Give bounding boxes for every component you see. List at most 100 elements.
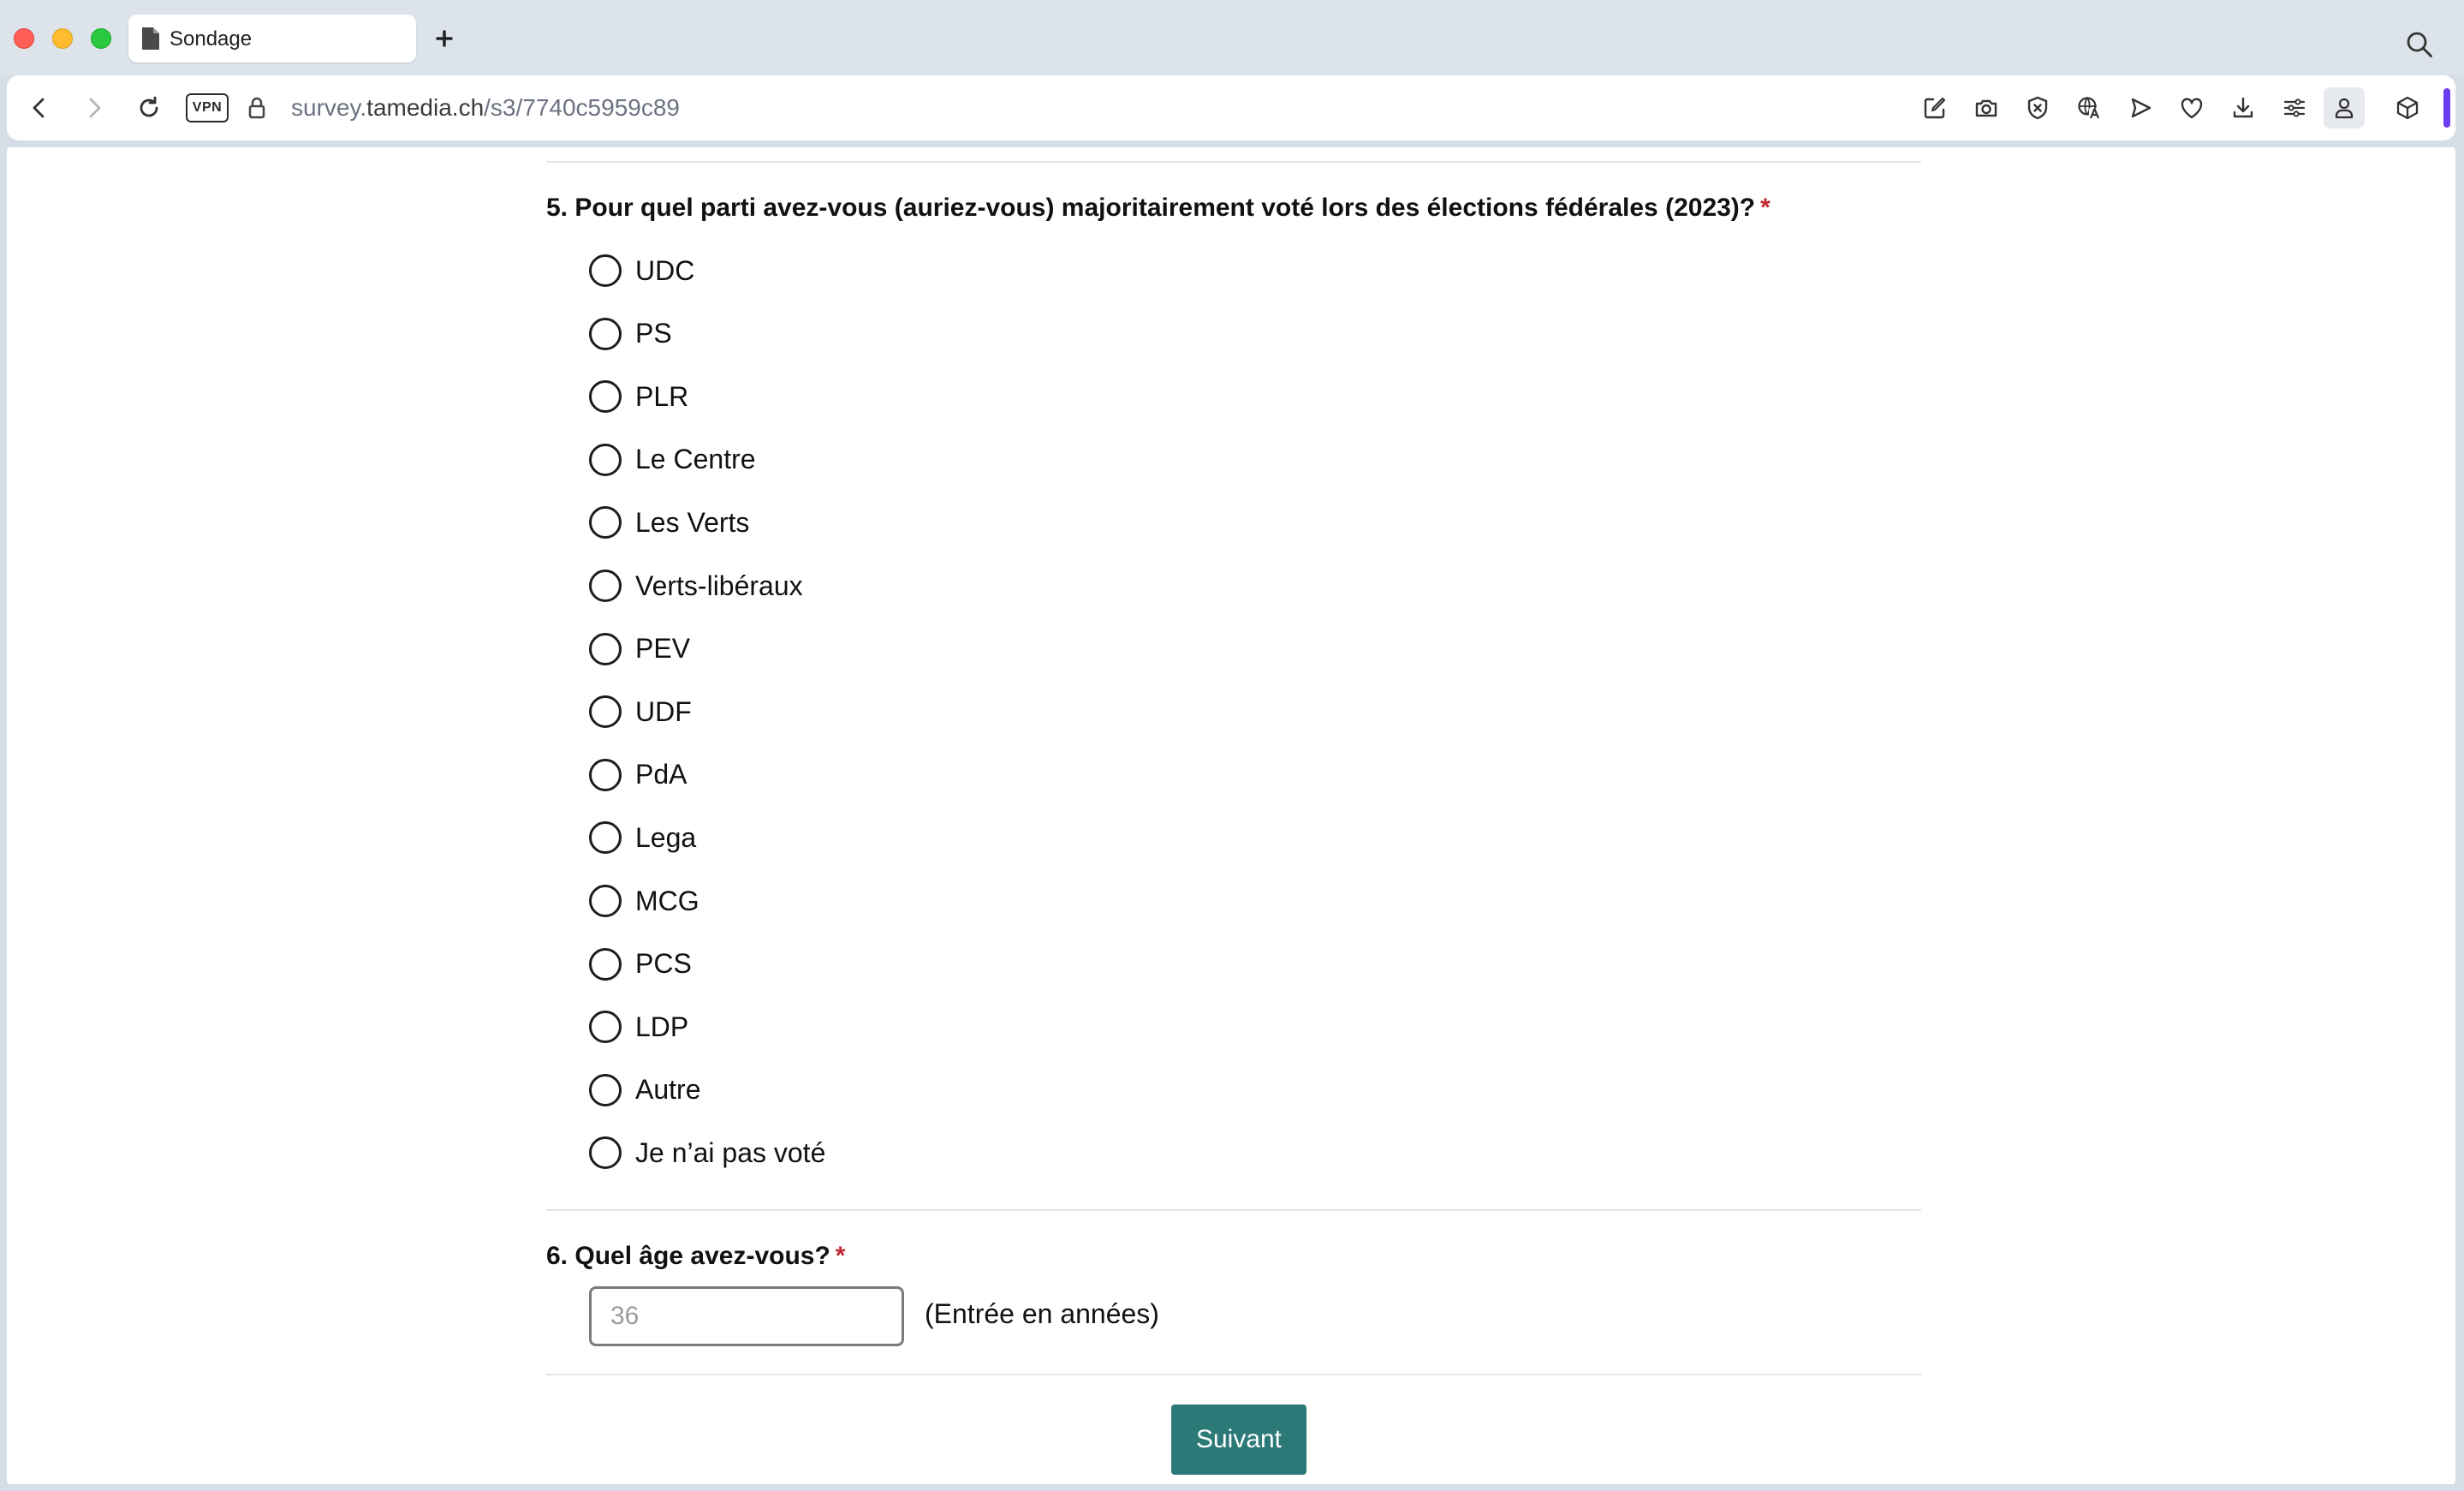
radio-option[interactable]: Je n’ai pas voté [589,1131,825,1174]
profile-button[interactable] [2324,87,2365,128]
question-6-text: 6. Quel âge avez-vous? [546,1242,830,1270]
radio-button[interactable] [589,695,622,729]
radio-option-label: UDC [635,254,695,286]
question-5: 5. Pour quel parti avez-vous (auriez-vou… [546,194,1771,223]
address-bar: VPN survey.tamedia.ch/s3/7740c5959c89 [7,75,2455,140]
heart-icon [2181,98,2203,119]
radio-button[interactable] [589,1073,622,1106]
age-input[interactable] [589,1286,904,1346]
radio-option-label: LDP [635,1011,689,1042]
question-6: 6. Quel âge avez-vous? * [546,1242,845,1271]
radio-option[interactable]: LDP [589,1005,688,1048]
share-button[interactable] [1919,92,1950,123]
radio-option[interactable]: Lega [589,816,696,859]
radio-button[interactable] [589,254,622,287]
forward-button[interactable] [79,92,110,123]
reload-button[interactable] [134,92,164,123]
divider [546,1209,1921,1211]
next-button[interactable]: Suivant [1171,1405,1306,1475]
new-tab-button[interactable] [428,22,461,55]
search-icon[interactable] [2404,29,2435,60]
radio-option[interactable]: Verts-libéraux [589,564,803,607]
radio-option[interactable]: UDF [589,690,692,733]
extensions-button[interactable] [2392,92,2423,123]
document-icon [142,27,159,50]
bookmark-button[interactable] [2176,92,2207,123]
divider [546,1374,1921,1375]
radio-option[interactable]: UDC [589,249,694,292]
radio-option-label: PEV [635,633,691,665]
radio-button[interactable] [589,821,622,855]
window-maximize-button[interactable] [91,28,111,49]
easy-setup-button[interactable] [2279,92,2310,123]
radio-option-label: UDF [635,695,692,727]
radio-option[interactable]: PEV [589,628,690,671]
radio-option[interactable]: PS [589,313,672,355]
survey-form: 5. Pour quel parti avez-vous (auriez-vou… [546,147,1921,1484]
radio-option-label: PdA [635,759,687,790]
download-icon [2233,97,2253,118]
radio-button[interactable] [589,443,622,476]
browser-titlebar: Sondage [0,0,2464,75]
url-path: /s3/7740c5959c89 [484,94,680,121]
vpn-badge[interactable]: VPN [186,93,229,122]
shield-x-icon [2027,96,2048,120]
radio-button[interactable] [589,570,622,602]
radio-option-label: MCG [635,885,699,916]
radio-button[interactable] [589,1136,622,1170]
radio-option-label: Lega [635,821,697,853]
radio-option-label: Autre [635,1074,701,1106]
radio-option[interactable]: Le Centre [589,438,756,481]
required-mark: * [1760,194,1771,222]
radio-button[interactable] [589,1011,622,1044]
radio-option[interactable]: PCS [589,943,692,986]
chevron-left-icon [33,98,45,118]
question-5-text: 5. Pour quel parti avez-vous (auriez-vou… [546,194,1756,222]
translate-button[interactable] [2074,92,2104,123]
radio-option-label: PLR [635,380,689,412]
cube-icon [2396,96,2419,120]
radio-button[interactable] [589,758,622,791]
radio-option-label: Je n’ai pas voté [635,1136,826,1168]
sidebar-toggle[interactable] [2443,88,2450,128]
radio-option[interactable]: Autre [589,1069,700,1112]
page-viewport: 5. Pour quel parti avez-vous (auriez-vou… [7,147,2455,1484]
divider [546,161,1921,163]
snapshot-button[interactable] [1971,92,2002,123]
back-button[interactable] [24,92,55,123]
camera-icon [1975,99,1997,117]
url-domain: tamedia.ch [366,94,485,121]
downloads-button[interactable] [2228,92,2259,123]
url-prefix: survey. [291,94,367,121]
radio-option-label: PS [635,318,672,349]
radio-button[interactable] [589,506,622,540]
user-icon [2335,98,2354,119]
radio-option[interactable]: Les Verts [589,501,749,544]
window-minimize-button[interactable] [52,28,73,49]
radio-option-label: Les Verts [635,506,750,538]
lock-icon[interactable] [241,92,272,123]
radio-option[interactable]: MCG [589,880,699,922]
plus-icon [436,30,453,47]
send-button[interactable] [2125,92,2156,123]
sliders-icon [2283,98,2306,117]
window-close-button[interactable] [14,28,34,49]
reload-icon [140,96,158,117]
radio-option-label: Verts-libéraux [635,570,803,601]
radio-option[interactable]: PLR [589,375,688,418]
adblock-button[interactable] [2022,92,2053,123]
share-edit-icon [1924,97,1946,119]
radio-option[interactable]: PdA [589,754,687,796]
radio-button[interactable] [589,885,622,917]
age-input-hint: (Entrée en années) [925,1298,1159,1329]
chevron-right-icon [89,98,101,118]
browser-tab-active[interactable]: Sondage [128,15,416,63]
radio-button[interactable] [589,380,622,414]
url-text[interactable]: survey.tamedia.ch/s3/7740c5959c89 [291,92,680,123]
required-mark: * [835,1242,846,1270]
radio-button[interactable] [589,947,622,981]
radio-option-label: PCS [635,948,692,980]
send-icon [2131,98,2152,118]
radio-button[interactable] [589,632,622,665]
radio-button[interactable] [589,317,622,350]
